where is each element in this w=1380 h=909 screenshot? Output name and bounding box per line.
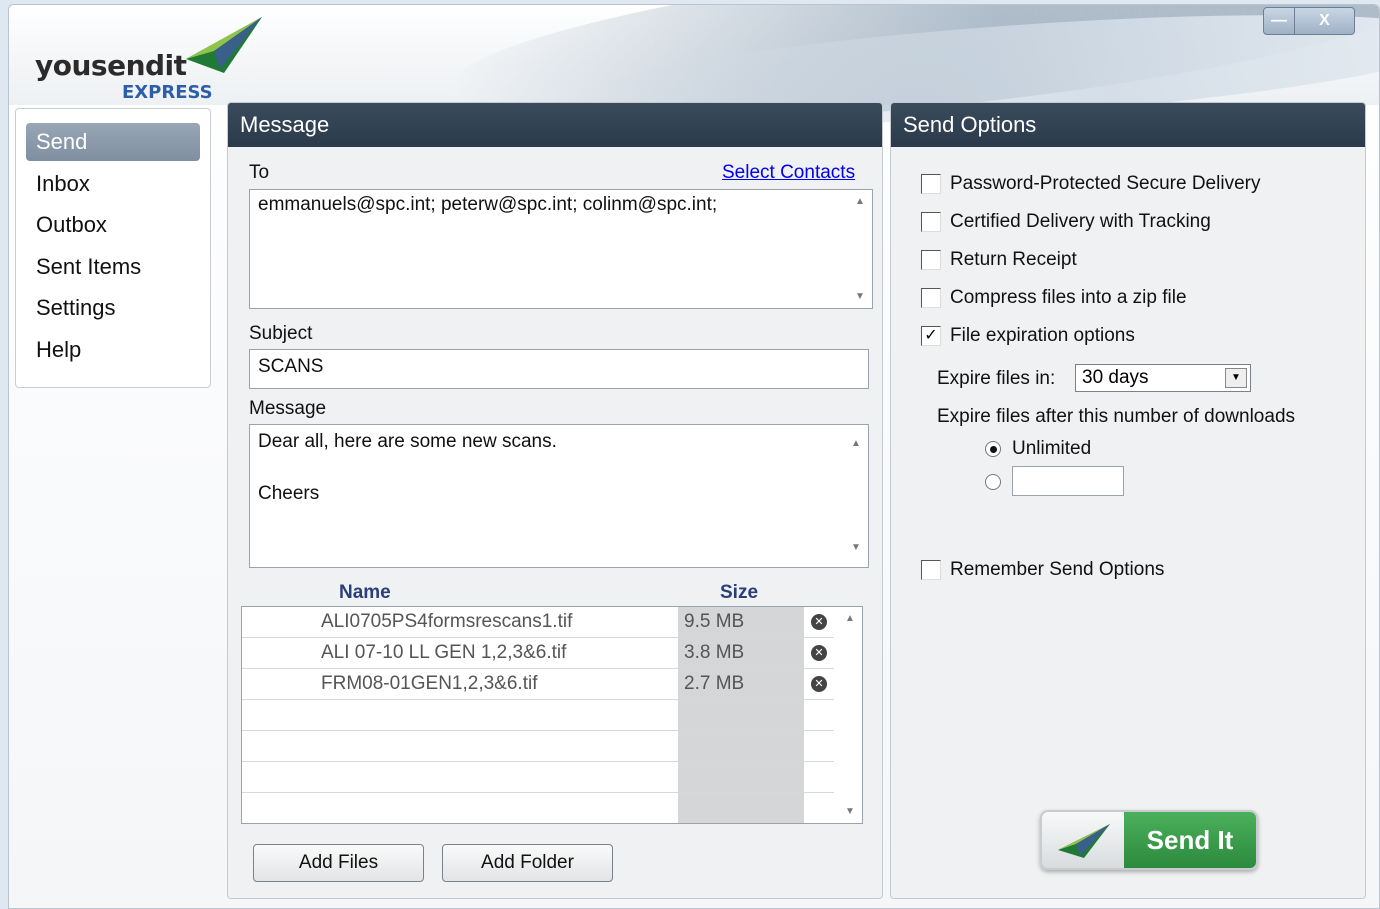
message-line-1: Dear all, here are some new scans. [258, 431, 557, 452]
remember-options-checkbox[interactable] [921, 560, 941, 580]
file-size: 3.8 MB [684, 642, 745, 663]
close-button[interactable]: X [1295, 7, 1355, 35]
unlimited-radio[interactable] [985, 441, 1001, 457]
file-row[interactable]: ALI 07-10 LL GEN 1,2,3&6.tif 3.8 MB ✕ [242, 638, 834, 669]
minimize-button[interactable]: — [1263, 7, 1295, 35]
password-protected-checkbox[interactable] [921, 174, 941, 194]
certified-delivery-checkbox[interactable] [921, 212, 941, 232]
certified-delivery-label: Certified Delivery with Tracking [950, 211, 1211, 232]
message-panel-header: Message [228, 103, 882, 147]
sidebar-item-settings[interactable]: Settings [26, 289, 200, 327]
files-column-name[interactable]: Name [339, 582, 391, 604]
to-label: To [249, 162, 270, 183]
scroll-up-icon[interactable]: ▲ [845, 613, 855, 624]
scroll-up-icon[interactable]: ▲ [855, 196, 865, 207]
message-body-field[interactable]: Dear all, here are some new scans. Cheer… [249, 424, 869, 568]
scroll-up-icon[interactable]: ▲ [851, 431, 861, 457]
to-scrollbar[interactable]: ▲ ▼ [850, 190, 872, 308]
compress-label: Compress files into a zip file [950, 287, 1187, 308]
size-cell-bg [678, 731, 804, 761]
send-it-button[interactable]: Send It [1040, 810, 1258, 870]
file-size: 9.5 MB [684, 611, 745, 632]
remove-file-icon[interactable]: ✕ [811, 614, 827, 630]
sidebar-item-send[interactable]: Send [26, 123, 200, 161]
expiration-checkbox[interactable]: ✓ [921, 326, 941, 346]
select-contacts-link[interactable]: Select Contacts [722, 162, 855, 184]
size-cell-bg [678, 700, 804, 730]
minimize-icon: — [1271, 12, 1287, 29]
subject-label: Subject [249, 323, 313, 344]
title-bar: yousendit EXPRESS — X [9, 5, 1379, 157]
empty-row [242, 731, 834, 762]
add-files-button[interactable]: Add Files [253, 844, 424, 882]
file-name: ALI 07-10 LL GEN 1,2,3&6.tif [321, 642, 567, 663]
empty-row [242, 762, 834, 793]
download-count-input[interactable] [1012, 466, 1124, 496]
file-list-scrollbar[interactable]: ▲ ▼ [840, 607, 862, 823]
message-scrollbar[interactable]: ▲ ▼ [846, 425, 868, 567]
logo-subtitle: EXPRESS [122, 82, 213, 103]
to-field[interactable]: emmanuels@spc.int; peterw@spc.int; colin… [249, 189, 873, 309]
unlimited-label: Unlimited [1012, 438, 1092, 459]
file-size: 2.7 MB [684, 673, 745, 694]
subject-field[interactable]: SCANS [249, 349, 869, 389]
size-cell-bg [678, 762, 804, 792]
send-options-header: Send Options [891, 103, 1365, 147]
chevron-down-icon[interactable]: ▼ [1225, 368, 1247, 388]
return-receipt-label: Return Receipt [950, 249, 1077, 270]
logo-text: yousendit [35, 49, 187, 82]
add-folder-button[interactable]: Add Folder [442, 844, 613, 882]
close-icon: X [1319, 12, 1330, 29]
send-it-label: Send It [1124, 812, 1256, 868]
expire-downloads-label: Expire files after this number of downlo… [937, 406, 1296, 427]
expire-in-label: Expire files in: [937, 368, 1056, 389]
message-line-2: Cheers [258, 483, 320, 504]
expire-in-value: 30 days [1082, 367, 1149, 388]
compress-checkbox[interactable] [921, 288, 941, 308]
files-column-size[interactable]: Size [720, 582, 758, 604]
paper-plane-logo-icon [186, 17, 262, 73]
size-cell-bg [678, 793, 804, 823]
password-protected-label: Password-Protected Secure Delivery [950, 173, 1261, 194]
sidebar-item-sent-items[interactable]: Sent Items [26, 248, 200, 286]
scroll-down-icon[interactable]: ▼ [851, 535, 861, 561]
remove-file-icon[interactable]: ✕ [811, 676, 827, 692]
remember-options-label: Remember Send Options [950, 559, 1165, 580]
window-controls: — X [1263, 7, 1355, 35]
file-row[interactable]: ALI0705PS4formsrescans1.tif 9.5 MB ✕ [242, 607, 834, 638]
paper-plane-icon [1058, 824, 1110, 858]
sidebar-item-inbox[interactable]: Inbox [26, 165, 200, 203]
to-value: emmanuels@spc.int; peterw@spc.int; colin… [258, 194, 718, 215]
sidebar-item-help[interactable]: Help [26, 331, 200, 369]
message-label: Message [249, 398, 327, 419]
file-name: ALI0705PS4formsrescans1.tif [321, 611, 573, 632]
sidebar-item-outbox[interactable]: Outbox [26, 206, 200, 244]
scroll-down-icon[interactable]: ▼ [845, 806, 855, 817]
remove-file-icon[interactable]: ✕ [811, 645, 827, 661]
sidebar-nav: Send Inbox Outbox Sent Items Settings He… [15, 108, 211, 388]
expiration-label: File expiration options [950, 325, 1135, 346]
expire-in-select[interactable]: 30 days ▼ [1075, 364, 1251, 392]
file-name: FRM08-01GEN1,2,3&6.tif [321, 673, 538, 694]
file-list: ALI0705PS4formsrescans1.tif 9.5 MB ✕ ALI… [241, 606, 863, 824]
return-receipt-checkbox[interactable] [921, 250, 941, 270]
empty-row [242, 793, 834, 823]
download-count-radio[interactable] [985, 474, 1001, 490]
scroll-down-icon[interactable]: ▼ [855, 291, 865, 302]
file-row[interactable]: FRM08-01GEN1,2,3&6.tif 2.7 MB ✕ [242, 669, 834, 700]
empty-row [242, 700, 834, 731]
